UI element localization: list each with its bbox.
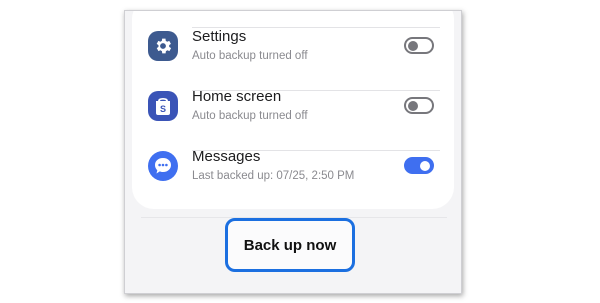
backup-toggle-settings[interactable] xyxy=(404,37,434,54)
svg-text:S: S xyxy=(160,104,166,114)
backup-settings-screen: Settings Auto backup turned off S Home s… xyxy=(124,10,462,294)
item-subtitle: Last backed up: 07/25, 2:50 PM xyxy=(192,170,355,182)
item-title: Messages xyxy=(192,148,261,165)
home-screen-icon: S xyxy=(148,91,178,121)
toggle-knob xyxy=(408,40,418,51)
toggle-knob xyxy=(420,160,430,171)
item-title: Home screen xyxy=(192,88,282,105)
item-subtitle: Auto backup turned off xyxy=(192,110,308,122)
back-up-now-button[interactable]: Back up now xyxy=(225,218,355,272)
messages-icon xyxy=(148,151,178,181)
backup-items-card: Settings Auto backup turned off S Home s… xyxy=(132,11,454,209)
item-subtitle: Auto backup turned off xyxy=(192,50,308,62)
gear-icon xyxy=(148,31,178,61)
list-item-messages[interactable]: Messages Last backed up: 07/25, 2:50 PM xyxy=(132,141,454,201)
list-item-settings[interactable]: Settings Auto backup turned off xyxy=(132,21,454,81)
backup-toggle-home-screen[interactable] xyxy=(404,97,434,114)
backup-toggle-messages[interactable] xyxy=(404,157,434,174)
list-item-home-screen[interactable]: S Home screen Auto backup turned off xyxy=(132,81,454,141)
toggle-knob xyxy=(408,100,418,111)
item-title: Settings xyxy=(192,28,247,45)
